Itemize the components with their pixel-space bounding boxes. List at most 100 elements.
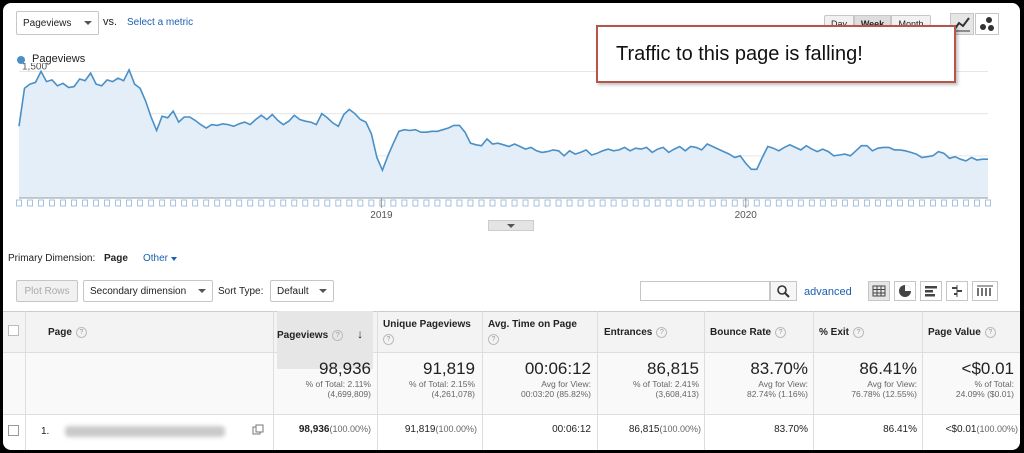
comparison-view-button[interactable] xyxy=(946,281,968,301)
annotation-marker xyxy=(533,199,540,207)
annotation-marker xyxy=(676,199,683,207)
search-button[interactable] xyxy=(770,281,797,301)
annotation-marker xyxy=(313,199,320,207)
motion-chart-toggle[interactable] xyxy=(975,13,999,35)
pivot-view-button[interactable] xyxy=(972,281,998,301)
col-header-page-label: Page xyxy=(48,327,72,339)
annotation-marker xyxy=(511,199,518,207)
annotation-marker xyxy=(588,199,595,207)
annotation-marker xyxy=(159,199,166,207)
annotation-marker xyxy=(379,199,386,207)
total-sub: Avg for View: xyxy=(867,379,917,389)
dimension-other-label: Other xyxy=(143,253,169,264)
annotation-marker xyxy=(148,199,155,207)
total-sub: % of Total: xyxy=(974,379,1014,389)
total-bounce-rate: 83.70% Avg for View: 82.74% (1.16%) xyxy=(708,359,808,399)
row-bounce-rate: 83.70% xyxy=(774,424,808,435)
x-tick-label: 2020 xyxy=(735,210,758,221)
open-page-icon[interactable] xyxy=(252,424,264,439)
annotation-marker xyxy=(753,199,760,207)
annotation-marker xyxy=(214,199,221,207)
annotation-marker xyxy=(952,199,958,207)
annotation-marker xyxy=(665,199,672,207)
advanced-link[interactable]: advanced xyxy=(804,286,852,298)
total-exit: 86.41% Avg for View: 76.78% (12.55%) xyxy=(817,359,917,399)
annotation-marker xyxy=(335,199,342,207)
area-fill xyxy=(19,69,988,198)
dimension-other[interactable]: Other xyxy=(143,253,178,264)
chart-collapse-handle[interactable] xyxy=(488,220,534,231)
annotation-marker xyxy=(852,199,859,207)
annotation-marker xyxy=(500,199,507,207)
annotation-callout: Traffic to this page is falling! xyxy=(596,25,956,83)
annotation-marker xyxy=(412,199,419,207)
annotation-marker xyxy=(610,199,617,207)
col-header-pageviews-label: Pageviews xyxy=(277,330,329,341)
pageviews-chart: 1,5001,00050020192020 xyxy=(16,63,991,221)
annotation-marker xyxy=(621,199,628,207)
row-page-value-value: <$0.01 xyxy=(945,424,977,435)
annotation-marker xyxy=(808,199,815,207)
pivot-table-icon xyxy=(977,285,993,296)
annotation-marker xyxy=(346,199,353,207)
chevron-down-icon xyxy=(198,289,206,293)
col-header-avg-time[interactable]: Avg. Time on Page? xyxy=(488,311,592,361)
search-input[interactable] xyxy=(640,281,770,301)
annotation-marker xyxy=(247,199,254,207)
y-tick-label: 1,500 xyxy=(22,63,47,72)
annotation-marker xyxy=(908,199,914,207)
select-all-checkbox[interactable] xyxy=(8,325,19,336)
annotation-marker xyxy=(324,199,331,207)
plot-rows-button[interactable]: Plot Rows xyxy=(16,280,78,302)
row-entrances-value: 86,815 xyxy=(628,424,660,435)
annotation-marker xyxy=(115,199,122,207)
bubble-chart-icon xyxy=(980,17,994,31)
search-icon xyxy=(777,285,790,298)
sort-type-select[interactable]: Default xyxy=(270,280,334,302)
col-header-exit-label: % Exit xyxy=(819,327,850,339)
row-checkbox[interactable] xyxy=(8,425,19,436)
performance-view-button[interactable] xyxy=(920,281,942,301)
annotation-marker xyxy=(919,199,925,207)
chevron-down-icon xyxy=(507,223,515,228)
annotation-marker xyxy=(566,199,573,207)
annotation-marker xyxy=(126,199,133,207)
total-sub: 76.78% (12.55%) xyxy=(851,389,917,399)
total-sub: 82.74% (1.16%) xyxy=(747,389,808,399)
annotation-marker xyxy=(291,199,298,207)
total-sub: % of Total: 2.41% xyxy=(633,379,699,389)
col-header-unique-pageviews[interactable]: Unique Pageviews? xyxy=(383,311,477,361)
annotation-marker xyxy=(203,199,210,207)
table-view-button[interactable] xyxy=(868,281,890,301)
annotation-marker xyxy=(577,199,584,207)
annotation-marker xyxy=(489,199,496,207)
annotation-marker xyxy=(445,199,452,207)
total-sub: 00:03:20 (85.82%) xyxy=(521,389,591,399)
secondary-dimension-select[interactable]: Secondary dimension xyxy=(83,280,213,302)
annotation-marker xyxy=(930,199,936,207)
annotation-marker xyxy=(522,199,529,207)
annotation-marker xyxy=(368,199,375,207)
chevron-down-icon xyxy=(171,256,178,261)
annotation-marker xyxy=(985,199,991,207)
row-pageviews-pct: (100.00%) xyxy=(329,424,371,434)
col-header-avg-time-label: Avg. Time on Page xyxy=(488,319,577,330)
annotation-marker xyxy=(687,199,694,207)
annotation-marker xyxy=(654,199,661,207)
pie-view-button[interactable] xyxy=(894,281,916,301)
annotation-marker xyxy=(797,199,804,207)
annotation-marker xyxy=(786,199,793,207)
total-sub: (3,608,413) xyxy=(655,389,699,399)
sort-descending-icon: ↓ xyxy=(357,327,364,341)
total-entrances: 86,815 % of Total: 2.41% (3,608,413) xyxy=(601,359,699,399)
metric-select[interactable]: Pageviews xyxy=(16,11,99,35)
select-metric-link[interactable]: Select a metric xyxy=(127,17,193,28)
annotation-marker xyxy=(874,199,881,207)
col-header-page-value-label: Page Value xyxy=(928,327,981,339)
annotation-marker xyxy=(885,199,892,207)
dimension-page[interactable]: Page xyxy=(104,253,128,264)
annotation-marker xyxy=(467,199,474,207)
annotation-marker xyxy=(258,199,265,207)
col-header-page[interactable]: Page? xyxy=(48,311,87,369)
row-page-path-redacted[interactable] xyxy=(65,426,225,437)
